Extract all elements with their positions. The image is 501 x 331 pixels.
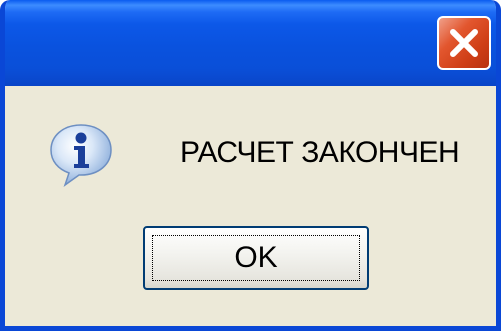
close-icon: [450, 29, 478, 57]
ok-button-label: OK: [234, 241, 278, 274]
title-bar[interactable]: [5, 0, 496, 86]
dialog-body: РАСЧЕТ ЗАКОНЧЕН OK: [5, 86, 496, 326]
dialog-window: РАСЧЕТ ЗАКОНЧЕН OK: [0, 0, 501, 331]
dialog-message: РАСЧЕТ ЗАКОНЧЕН: [180, 136, 460, 169]
info-icon: [50, 124, 112, 187]
ok-button[interactable]: OK: [143, 226, 369, 290]
close-button[interactable]: [437, 16, 491, 70]
